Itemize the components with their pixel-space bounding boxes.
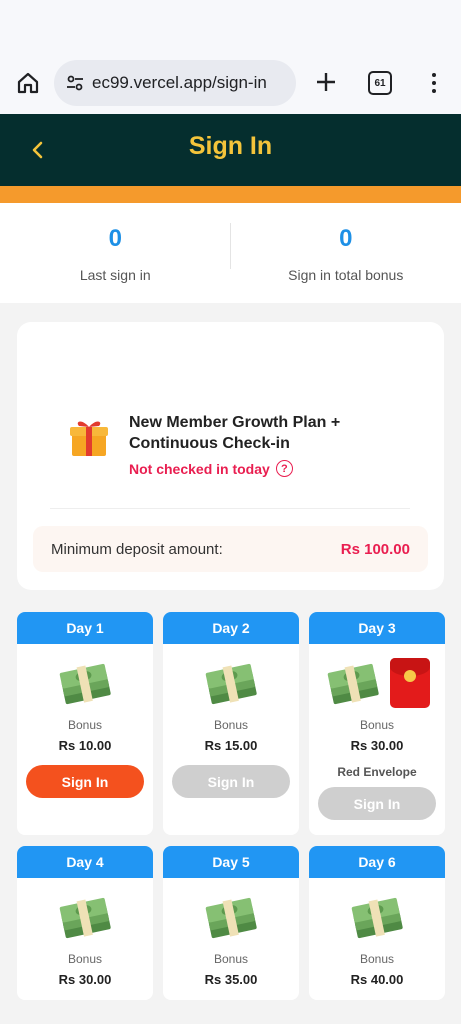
cash-stack-icon [17, 660, 153, 706]
bonus-value: Rs 35.00 [204, 972, 258, 987]
extra-reward-label: Red Envelope [337, 765, 417, 779]
cash-stack-icon [163, 660, 299, 706]
url-text: ec99.vercel.app/sign-in [92, 73, 267, 92]
sign-in-stats: 0 Last sign in 0 Sign in total bonus [0, 203, 461, 303]
bonus-label: Bonus [213, 718, 249, 732]
site-settings-icon[interactable] [64, 72, 86, 94]
stat-label: Last sign in [79, 267, 151, 283]
bonus-label: Bonus [67, 952, 103, 966]
address-bar[interactable]: ec99.vercel.app/sign-in [54, 60, 296, 106]
check-in-status: Not checked in today ? [129, 460, 293, 477]
bonus-label: Bonus [67, 718, 103, 732]
stat-value: 0 [108, 225, 122, 252]
deposit-label: Minimum deposit amount: [51, 540, 223, 558]
day-card-2: Day 2 Bonus Rs 15.00 Sign In [163, 612, 299, 835]
help-icon[interactable]: ? [275, 460, 293, 477]
day-label: Day 1 [17, 612, 153, 644]
stat-total-bonus: 0 Sign in total bonus [231, 203, 461, 303]
day-label: Day 4 [17, 846, 153, 878]
bonus-value: Rs 15.00 [204, 738, 258, 753]
stat-label: Sign in total bonus [288, 267, 404, 283]
day-label: Day 5 [163, 846, 299, 878]
home-icon[interactable] [14, 69, 42, 97]
day-card-6: Day 6 Bonus Rs 40.00 [309, 846, 445, 1000]
red-envelope-icon [390, 658, 430, 708]
cash-stack-icon [309, 894, 445, 940]
stat-divider [230, 223, 231, 269]
cash-stack-icon [17, 894, 153, 940]
growth-plan-card: New Member Growth Plan + Continuous Chec… [17, 322, 444, 590]
day-card-3: Day 3 Bonus Rs 30.00 Red Envelope Sign I… [309, 612, 445, 835]
day-card-4: Day 4 Bonus Rs 30.00 [17, 846, 153, 1000]
minimum-deposit-row: Minimum deposit amount: Rs 100.00 [33, 526, 428, 572]
cash-stack-icon [327, 663, 379, 705]
plan-title: New Member Growth Plan + Continuous Chec… [129, 414, 341, 452]
bonus-label: Bonus [213, 952, 249, 966]
gift-box-icon [69, 416, 109, 458]
sign-in-button[interactable]: Sign In [26, 765, 144, 798]
new-tab-icon[interactable] [312, 68, 340, 96]
day-label: Day 6 [309, 846, 445, 878]
bonus-label: Bonus [359, 718, 395, 732]
page-title: Sign In [188, 132, 273, 160]
bonus-value: Rs 30.00 [350, 738, 404, 753]
more-menu-icon[interactable] [424, 68, 444, 98]
cash-and-envelope-icons [309, 658, 445, 708]
cash-stack-icon [163, 894, 299, 940]
day-card-5: Day 5 Bonus Rs 35.00 [163, 846, 299, 1000]
divider [50, 508, 410, 509]
check-in-status-text: Not checked in today [129, 460, 270, 477]
day-label: Day 3 [309, 612, 445, 644]
status-bar [0, 0, 461, 56]
tab-count-button[interactable]: 61 [368, 71, 392, 95]
bonus-value: Rs 30.00 [58, 972, 112, 987]
app-header: Sign In [0, 114, 461, 186]
stat-last-sign-in: 0 Last sign in [0, 203, 231, 303]
browser-toolbar: ec99.vercel.app/sign-in 61 [0, 56, 461, 114]
stat-value: 0 [339, 225, 353, 252]
bonus-value: Rs 40.00 [350, 972, 404, 987]
bonus-label: Bonus [359, 952, 395, 966]
deposit-value: Rs 100.00 [340, 540, 410, 558]
header-accent-band [0, 186, 461, 203]
day-label: Day 2 [163, 612, 299, 644]
bonus-value: Rs 10.00 [58, 738, 112, 753]
day-card-1: Day 1 Bonus Rs 10.00 Sign In [17, 612, 153, 835]
sign-in-button[interactable]: Sign In [318, 787, 436, 820]
sign-in-button[interactable]: Sign In [172, 765, 290, 798]
